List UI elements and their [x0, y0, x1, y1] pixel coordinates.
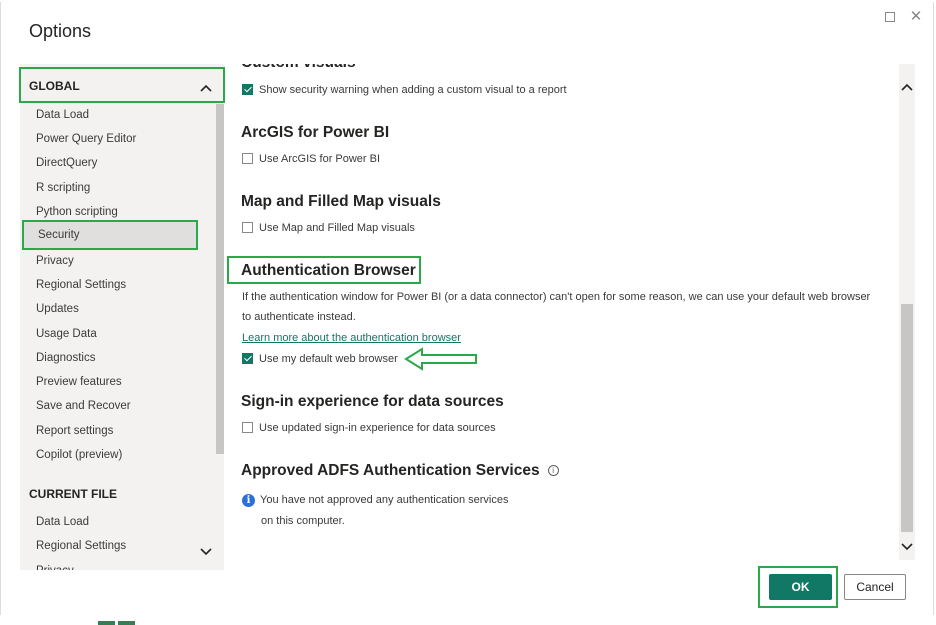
section-title-map: Map and Filled Map visuals — [241, 193, 441, 210]
scrollbar-thumb[interactable] — [901, 304, 913, 532]
sidebar-item-save-and-recover[interactable]: Save and Recover — [36, 395, 216, 417]
checkbox-default-browser[interactable] — [242, 353, 253, 364]
sidebar-item-privacy[interactable]: Privacy — [36, 250, 216, 272]
checkbox-label: Use updated sign-in experience for data … — [259, 422, 496, 434]
sidebar-item-directquery[interactable]: DirectQuery — [36, 152, 216, 174]
checkbox-label: Use my default web browser — [259, 353, 398, 365]
cancel-button[interactable]: Cancel — [844, 574, 906, 600]
arrow-annotation-icon — [404, 347, 477, 371]
sidebar-item-file-regional-settings[interactable]: Regional Settings — [36, 535, 216, 557]
sidebar-item-diagnostics[interactable]: Diagnostics — [36, 347, 216, 369]
sidebar-item-preview-features[interactable]: Preview features — [36, 371, 216, 393]
sidebar-item-usage-data[interactable]: Usage Data — [36, 323, 216, 345]
checkbox-arcgis[interactable] — [242, 153, 253, 164]
sidebar-item-data-load[interactable]: Data Load — [36, 104, 216, 126]
checkbox-label: Show security warning when adding a cust… — [259, 84, 567, 96]
sidebar-item-copilot-preview[interactable]: Copilot (preview) — [36, 444, 216, 466]
section-title-signin: Sign-in experience for data sources — [241, 393, 504, 410]
sidebar-item-security[interactable]: Security — [22, 220, 198, 250]
ok-button[interactable]: OK — [769, 574, 832, 600]
close-icon[interactable]: ✕ — [907, 8, 925, 26]
options-sidebar: GLOBAL Data Load Power Query Editor Dire… — [20, 64, 224, 570]
sidebar-item-regional-settings[interactable]: Regional Settings — [36, 274, 216, 296]
scroll-up-icon[interactable] — [899, 80, 915, 94]
auth-description-line1: If the authentication window for Power B… — [242, 291, 871, 303]
auth-learn-more-link[interactable]: Learn more about the authentication brow… — [242, 332, 461, 344]
background-window-bottom — [0, 615, 936, 625]
sidebar-scrollbar[interactable] — [216, 104, 224, 454]
sidebar-item-power-query-editor[interactable]: Power Query Editor — [36, 128, 216, 150]
maximize-icon[interactable] — [881, 8, 899, 26]
auth-description-line2: to authenticate instead. — [242, 311, 356, 323]
chevron-up-icon[interactable] — [198, 80, 214, 95]
checkbox-row-custom-visuals[interactable]: Show security warning when adding a cust… — [242, 82, 567, 98]
sidebar-item-report-settings[interactable]: Report settings — [36, 420, 216, 442]
content-scrollbar[interactable] — [899, 64, 915, 560]
section-title-custom-visuals: Custom visuals — [241, 64, 356, 72]
adfs-info-line2: on this computer. — [261, 515, 345, 527]
sidebar-item-updates[interactable]: Updates — [36, 298, 216, 320]
sidebar-item-r-scripting[interactable]: R scripting — [36, 177, 216, 199]
sidebar-item-file-privacy[interactable]: Privacy — [36, 560, 216, 570]
info-circle-icon[interactable]: i — [547, 465, 559, 476]
dialog-title: Options — [29, 21, 92, 41]
chevron-down-icon[interactable] — [198, 544, 214, 559]
scroll-down-icon[interactable] — [899, 540, 915, 554]
settings-content: Custom visuals Show security warning whe… — [228, 64, 898, 564]
section-title-adfs: Approved ADFS Authentication Services i — [241, 462, 559, 480]
checkbox-row-default-browser[interactable]: Use my default web browser — [242, 351, 398, 367]
checkbox-label: Use ArcGIS for Power BI — [259, 153, 381, 165]
info-icon: i — [242, 494, 255, 507]
sidebar-section-current-file[interactable]: CURRENT FILE — [20, 476, 224, 512]
sidebar-section-global[interactable]: GLOBAL — [20, 68, 224, 104]
checkbox-signin[interactable] — [242, 422, 253, 433]
adfs-title-text: Approved ADFS Authentication Services — [241, 462, 540, 479]
checkbox-map[interactable] — [242, 222, 253, 233]
section-title-arcgis: ArcGIS for Power BI — [241, 124, 390, 141]
adfs-info-line1: i You have not approved any authenticatio… — [242, 490, 509, 511]
section-title-auth-browser: Authentication Browser — [241, 262, 416, 279]
checkbox-custom-visuals[interactable] — [242, 84, 253, 95]
checkbox-row-map[interactable]: Use Map and Filled Map visuals — [242, 220, 415, 236]
checkbox-label: Use Map and Filled Map visuals — [259, 222, 415, 234]
checkbox-row-signin[interactable]: Use updated sign-in experience for data … — [242, 420, 496, 436]
checkbox-row-arcgis[interactable]: Use ArcGIS for Power BI — [242, 151, 380, 167]
sidebar-item-file-data-load[interactable]: Data Load — [36, 511, 216, 533]
